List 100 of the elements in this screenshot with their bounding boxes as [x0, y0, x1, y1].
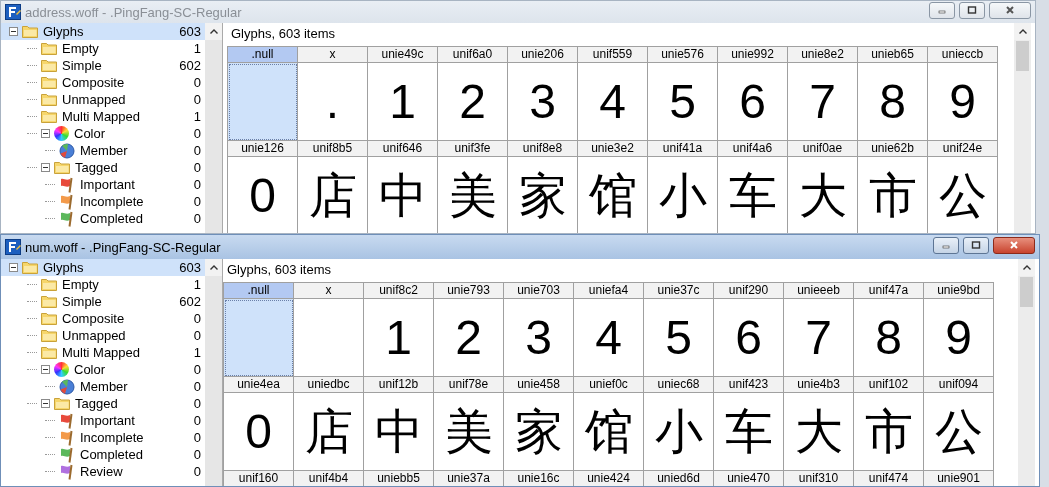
glyph-name[interactable]: unie793 [434, 283, 504, 299]
glyph-cell[interactable]: 7 [784, 299, 854, 377]
glyph-cell[interactable]: 7 [788, 63, 858, 141]
glyph-cell[interactable]: 6 [714, 299, 784, 377]
glyph-name[interactable]: .null [228, 47, 298, 63]
glyph-name[interactable]: unie8e2 [788, 47, 858, 63]
tree-item[interactable]: Color [73, 362, 107, 377]
glyph-cell[interactable]: 2 [434, 299, 504, 377]
tree-item[interactable]: Simple [61, 58, 103, 73]
glyph-cell[interactable]: 大 [784, 393, 854, 471]
glyph-name[interactable]: unie37a [434, 471, 504, 486]
glyph-cell[interactable]: 4 [578, 63, 648, 141]
glyph-name[interactable]: unif4b4 [294, 471, 364, 486]
glyph-name[interactable]: x [298, 47, 368, 63]
glyph-name[interactable]: unif310 [784, 471, 854, 486]
glyph-name[interactable]: unie703 [504, 283, 574, 299]
glyph-name[interactable]: unif646 [368, 141, 438, 157]
collapse-icon[interactable] [9, 27, 18, 36]
tree-item[interactable]: Tagged [74, 396, 119, 411]
glyph-name[interactable]: unie470 [714, 471, 784, 486]
glyph-name[interactable]: unieb65 [858, 47, 928, 63]
glyph-cell[interactable]: 1 [364, 299, 434, 377]
glyph-name[interactable]: unif474 [854, 471, 924, 486]
glyph-name[interactable]: unief0c [574, 377, 644, 393]
glyph-cell[interactable] [224, 299, 294, 377]
glyph-name[interactable]: unie424 [574, 471, 644, 486]
glyph-name[interactable]: .null [224, 283, 294, 299]
scrollbar[interactable] [205, 259, 222, 486]
glyph-cell[interactable] [228, 63, 298, 141]
scroll-up-icon[interactable] [1022, 265, 1031, 270]
glyph-name[interactable]: unif0ae [788, 141, 858, 157]
glyph-name[interactable]: unied6d [644, 471, 714, 486]
glyph-name[interactable]: unie62b [858, 141, 928, 157]
tree-item[interactable]: Simple [61, 294, 103, 309]
glyph-cell[interactable]: 车 [714, 393, 784, 471]
glyph-name[interactable]: unie49c [368, 47, 438, 63]
glyph-name[interactable]: unie16c [504, 471, 574, 486]
scrollbar[interactable] [1018, 259, 1035, 486]
glyph-name[interactable]: unie37c [644, 283, 714, 299]
glyph-name[interactable]: unif160 [224, 471, 294, 486]
restore-button[interactable] [963, 236, 989, 254]
scrollbar[interactable] [1014, 23, 1031, 233]
glyph-name[interactable]: unie4b3 [784, 377, 854, 393]
glyph-cell[interactable]: 家 [504, 393, 574, 471]
glyph-cell[interactable]: 0 [224, 393, 294, 471]
tree-item[interactable]: Composite [61, 311, 126, 326]
minimize-button[interactable] [933, 236, 959, 254]
glyph-cell[interactable]: 1 [368, 63, 438, 141]
glyph-cell[interactable]: 小 [644, 393, 714, 471]
scroll-thumb[interactable] [1020, 277, 1033, 307]
glyph-cell[interactable]: 4 [574, 299, 644, 377]
glyph-name[interactable]: unif8e8 [508, 141, 578, 157]
glyph-name[interactable]: unie126 [228, 141, 298, 157]
glyph-cell[interactable]: 店 [294, 393, 364, 471]
tree-item[interactable]: Glyphs [42, 24, 85, 39]
tree-item[interactable]: Review [79, 464, 124, 479]
glyph-name[interactable]: unif78e [434, 377, 504, 393]
glyph-cell[interactable]: 中 [364, 393, 434, 471]
glyph-name[interactable]: unie206 [508, 47, 578, 63]
tree-item[interactable]: Multi Mapped [61, 109, 142, 124]
glyph-name[interactable]: unif3fe [438, 141, 508, 157]
glyph-cell[interactable]: 公 [924, 393, 994, 471]
glyph-cell[interactable]: 3 [504, 299, 574, 377]
glyph-name[interactable]: uniedbc [294, 377, 364, 393]
collapse-icon[interactable] [9, 263, 18, 272]
scroll-up-icon[interactable] [1018, 29, 1027, 34]
glyph-name[interactable]: uniebb5 [364, 471, 434, 486]
tree-item[interactable]: Member [79, 379, 129, 394]
tree-item[interactable]: Glyphs [42, 260, 85, 275]
glyph-name[interactable]: unieeeb [784, 283, 854, 299]
glyph-cell[interactable] [294, 299, 364, 377]
glyph-name[interactable]: unie901 [924, 471, 994, 486]
glyph-name[interactable]: unif290 [714, 283, 784, 299]
glyph-name[interactable]: uniec68 [644, 377, 714, 393]
scrollbar[interactable] [205, 23, 222, 233]
tree-item[interactable]: Important [79, 177, 136, 192]
glyph-name[interactable]: unie4ea [224, 377, 294, 393]
tree-item[interactable]: Multi Mapped [61, 345, 142, 360]
tree-item[interactable]: Unmapped [61, 328, 127, 343]
glyph-name[interactable]: unif47a [854, 283, 924, 299]
glyph-name[interactable]: unie458 [504, 377, 574, 393]
glyph-name[interactable]: unif8c2 [364, 283, 434, 299]
glyph-name[interactable]: uniefa4 [574, 283, 644, 299]
collapse-icon[interactable] [41, 399, 50, 408]
glyph-cell[interactable]: 3 [508, 63, 578, 141]
tree-item[interactable]: Member [79, 143, 129, 158]
glyph-cell[interactable]: 馆 [574, 393, 644, 471]
glyph-name[interactable]: unie3e2 [578, 141, 648, 157]
glyph-cell[interactable]: 美 [434, 393, 504, 471]
scroll-thumb[interactable] [1016, 41, 1029, 71]
tree-item[interactable]: Color [73, 126, 107, 141]
glyph-cell[interactable]: 9 [928, 63, 998, 141]
tree-item[interactable]: Composite [61, 75, 126, 90]
tree-item[interactable]: Completed [79, 211, 144, 226]
restore-button[interactable] [959, 1, 985, 19]
glyph-name[interactable]: unif102 [854, 377, 924, 393]
glyph-name[interactable]: unif094 [924, 377, 994, 393]
glyph-cell[interactable]: 6 [718, 63, 788, 141]
tree-item[interactable]: Tagged [74, 160, 119, 175]
glyph-name[interactable]: unif41a [648, 141, 718, 157]
